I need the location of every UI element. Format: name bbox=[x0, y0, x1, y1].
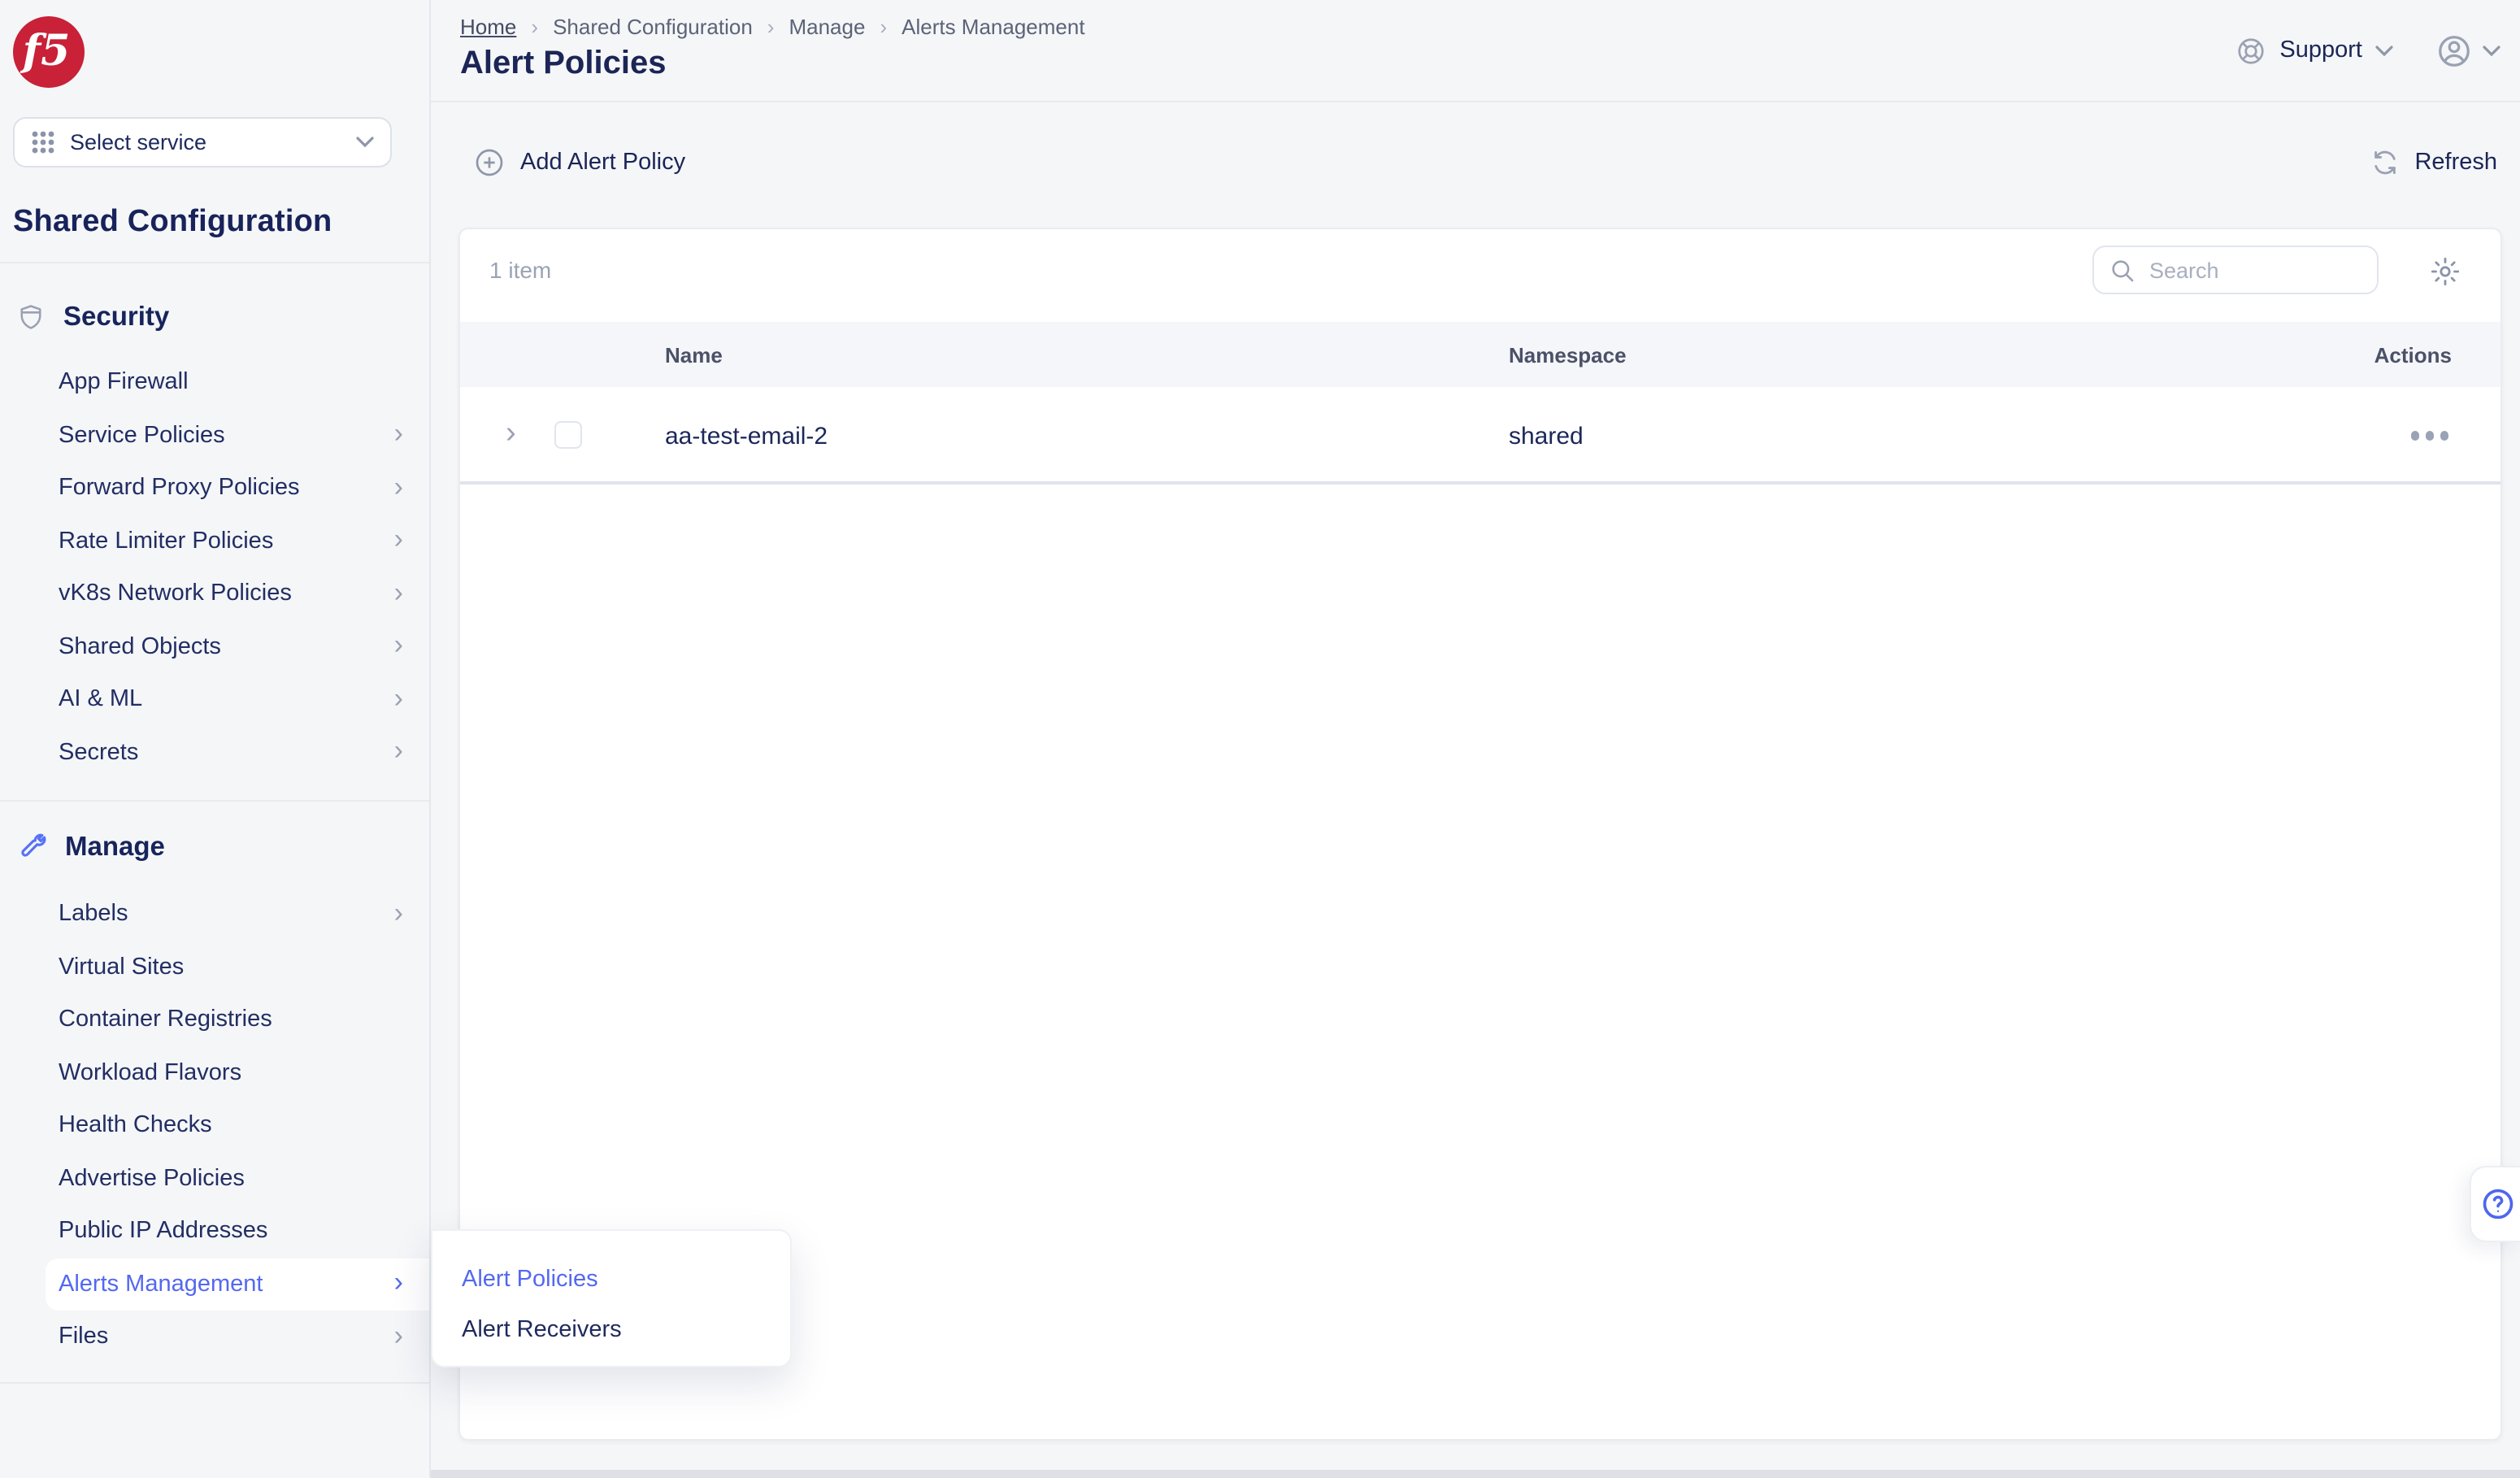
lifebuoy-icon bbox=[2235, 35, 2266, 66]
divider bbox=[0, 1382, 429, 1384]
divider bbox=[0, 262, 429, 263]
sidebar: f5 Select service Shared Configuration S… bbox=[0, 0, 431, 1478]
sidebar-item-public-ip-addresses[interactable]: Public IP Addresses bbox=[0, 1205, 429, 1258]
page-title: Alert Policies bbox=[460, 46, 666, 83]
chevron-right-icon: › bbox=[767, 15, 775, 39]
column-header-name: Name bbox=[665, 322, 723, 387]
select-service-label: Select service bbox=[70, 130, 356, 154]
flyout-item-alert-policies[interactable]: Alert Policies bbox=[432, 1254, 790, 1304]
grid-icon bbox=[31, 130, 55, 154]
sidebar-item-files[interactable]: Files› bbox=[0, 1311, 429, 1363]
table-settings-gear-icon[interactable] bbox=[2429, 255, 2461, 288]
sidebar-section-label: Security bbox=[63, 302, 169, 333]
add-alert-policy-button[interactable]: Add Alert Policy bbox=[473, 143, 685, 182]
chevron-down-icon bbox=[2375, 45, 2393, 56]
chevron-right-icon: › bbox=[394, 526, 403, 554]
sidebar-item-shared-objects[interactable]: Shared Objects› bbox=[0, 620, 429, 673]
sidebar-section-label: Manage bbox=[65, 832, 165, 863]
support-menu[interactable]: Support bbox=[2235, 35, 2393, 66]
header-right: Support bbox=[2235, 0, 2500, 101]
sidebar-item-advertise-policies[interactable]: Advertise Policies bbox=[0, 1152, 429, 1205]
account-menu[interactable] bbox=[2435, 32, 2500, 69]
row-name[interactable]: aa-test-email-2 bbox=[665, 387, 828, 485]
sidebar-item-vk8s-network-policies[interactable]: vK8s Network Policies› bbox=[0, 567, 429, 620]
alerts-management-flyout: Alert Policies Alert Receivers bbox=[431, 1229, 792, 1367]
breadcrumb-manage: Manage bbox=[789, 15, 865, 39]
table-header: Name Namespace Actions bbox=[460, 322, 2500, 387]
chevron-right-icon: › bbox=[394, 473, 403, 501]
sidebar-item-rate-limiter-policies[interactable]: Rate Limiter Policies› bbox=[0, 515, 429, 567]
item-count: 1 item bbox=[489, 257, 551, 283]
column-header-namespace: Namespace bbox=[1509, 322, 1627, 387]
plus-circle-icon bbox=[473, 146, 506, 179]
sidebar-item-health-checks[interactable]: Health Checks bbox=[0, 1099, 429, 1152]
help-question-icon bbox=[2479, 1185, 2517, 1223]
column-header-actions: Actions bbox=[2374, 322, 2452, 387]
row-namespace: shared bbox=[1509, 387, 1584, 485]
sidebar-item-forward-proxy-policies[interactable]: Forward Proxy Policies› bbox=[0, 462, 429, 515]
chevron-right-icon: › bbox=[394, 1269, 403, 1297]
breadcrumb-alerts-management: Alerts Management bbox=[902, 15, 1084, 39]
row-actions-menu[interactable] bbox=[2410, 431, 2448, 440]
table-row: › aa-test-email-2 shared bbox=[460, 387, 2500, 485]
f5-logo[interactable]: f5 bbox=[13, 16, 85, 88]
refresh-icon bbox=[2370, 148, 2400, 177]
page: f5 Select service Shared Configuration S… bbox=[0, 0, 2520, 1478]
search-icon bbox=[2109, 256, 2136, 284]
refresh-label: Refresh bbox=[2414, 150, 2497, 176]
sidebar-section-security-header: Security bbox=[0, 289, 429, 345]
sidebar-section-manage: Manage Labels› Virtual Sites Container R… bbox=[0, 819, 429, 1363]
row-expand-chevron-icon[interactable]: › bbox=[506, 418, 516, 449]
divider bbox=[0, 800, 429, 802]
divider bbox=[431, 101, 2520, 102]
sidebar-item-ai-ml[interactable]: AI & ML› bbox=[0, 673, 429, 726]
chevron-down-icon bbox=[356, 137, 374, 148]
sidebar-item-labels[interactable]: Labels› bbox=[0, 888, 429, 941]
sidebar-title: Shared Configuration bbox=[13, 205, 332, 241]
support-label: Support bbox=[2279, 37, 2362, 63]
chevron-down-icon bbox=[2483, 45, 2500, 56]
table-search bbox=[2092, 246, 2379, 294]
help-button[interactable] bbox=[2470, 1166, 2520, 1242]
chevron-right-icon: › bbox=[880, 15, 887, 39]
search-input[interactable] bbox=[2149, 258, 2362, 282]
chevron-right-icon: › bbox=[394, 737, 403, 765]
sidebar-item-app-firewall[interactable]: App Firewall bbox=[0, 356, 429, 409]
user-avatar-icon bbox=[2435, 32, 2473, 69]
sidebar-item-service-policies[interactable]: Service Policies› bbox=[0, 409, 429, 462]
breadcrumb-shared-configuration: Shared Configuration bbox=[553, 15, 753, 39]
add-alert-policy-label: Add Alert Policy bbox=[520, 150, 685, 176]
flyout-item-alert-receivers[interactable]: Alert Receivers bbox=[432, 1304, 790, 1354]
sidebar-item-secrets[interactable]: Secrets› bbox=[0, 726, 429, 779]
chevron-right-icon: › bbox=[394, 899, 403, 927]
shield-icon bbox=[16, 302, 46, 332]
chevron-right-icon: › bbox=[394, 420, 403, 448]
sidebar-item-virtual-sites[interactable]: Virtual Sites bbox=[0, 941, 429, 993]
sidebar-item-alerts-management[interactable]: Alerts Management› bbox=[46, 1258, 429, 1311]
refresh-button[interactable]: Refresh bbox=[2370, 143, 2497, 182]
select-service-dropdown[interactable]: Select service bbox=[13, 117, 392, 167]
breadcrumb: Home › Shared Configuration › Manage › A… bbox=[460, 15, 1085, 39]
f5-logo-letters: f5 bbox=[23, 31, 71, 73]
chevron-right-icon: › bbox=[394, 632, 403, 659]
row-checkbox[interactable] bbox=[554, 421, 582, 449]
chevron-right-icon: › bbox=[394, 1322, 403, 1350]
sidebar-section-security: Security App Firewall Service Policies› … bbox=[0, 289, 429, 779]
sidebar-item-workload-flavors[interactable]: Workload Flavors bbox=[0, 1046, 429, 1099]
breadcrumb-home[interactable]: Home bbox=[460, 15, 516, 39]
chevron-right-icon: › bbox=[531, 15, 538, 39]
sidebar-section-manage-header: Manage bbox=[0, 819, 429, 875]
sidebar-item-container-registries[interactable]: Container Registries bbox=[0, 993, 429, 1046]
wrench-icon bbox=[16, 832, 47, 863]
chevron-right-icon: › bbox=[394, 685, 403, 712]
chevron-right-icon: › bbox=[394, 579, 403, 606]
